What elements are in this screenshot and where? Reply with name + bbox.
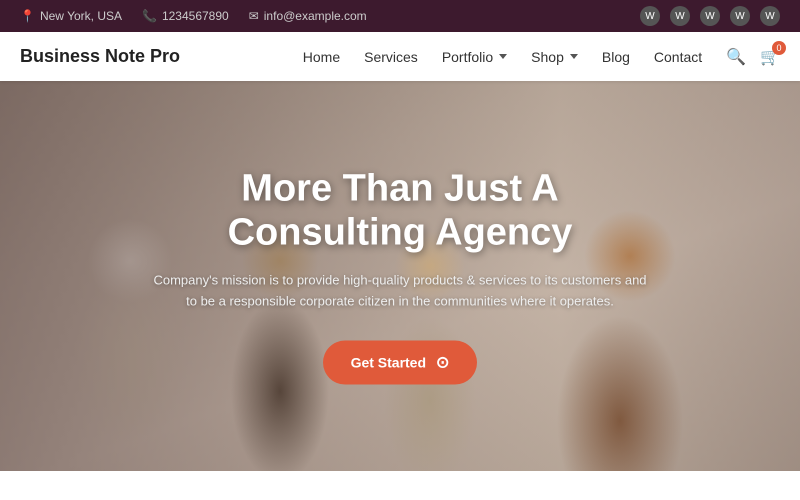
social-icon-2[interactable]: W — [670, 6, 690, 26]
email-text: info@example.com — [264, 9, 367, 23]
social-icon-1[interactable]: W — [640, 6, 660, 26]
shop-chevron-icon — [570, 54, 578, 59]
phone-text: 1234567890 — [162, 9, 229, 23]
top-bar: 📍 New York, USA 📞 1234567890 ✉ info@exam… — [0, 0, 800, 32]
cart-badge: 0 — [772, 41, 786, 55]
nav-icons: 🔍 🛒 0 — [726, 47, 780, 67]
hero-section: More Than Just A Consulting Agency Compa… — [0, 81, 800, 471]
get-started-button[interactable]: Get Started ⊙ — [323, 340, 478, 384]
location-item: 📍 New York, USA — [20, 9, 122, 23]
social-icon-3[interactable]: W — [700, 6, 720, 26]
search-icon[interactable]: 🔍 — [726, 47, 746, 67]
cta-label: Get Started — [351, 354, 426, 370]
header: Business Note Pro Home Services Portfoli… — [0, 32, 800, 81]
phone-icon: 📞 — [142, 9, 157, 23]
nav-portfolio[interactable]: Portfolio — [442, 49, 507, 65]
phone-item: 📞 1234567890 — [142, 9, 229, 23]
hero-content: More Than Just A Consulting Agency Compa… — [150, 168, 650, 385]
hero-title: More Than Just A Consulting Agency — [150, 168, 650, 255]
main-nav: Home Services Portfolio Shop Blog Contac… — [303, 47, 780, 67]
location-text: New York, USA — [40, 9, 122, 23]
social-icon-5[interactable]: W — [760, 6, 780, 26]
email-item: ✉ info@example.com — [249, 9, 367, 23]
nav-services[interactable]: Services — [364, 49, 418, 65]
portfolio-chevron-icon — [499, 54, 507, 59]
top-bar-right: W W W W W — [640, 6, 780, 26]
cart-wrapper[interactable]: 🛒 0 — [760, 47, 780, 67]
location-icon: 📍 — [20, 9, 35, 23]
nav-contact[interactable]: Contact — [654, 49, 702, 65]
nav-home[interactable]: Home — [303, 49, 340, 65]
social-icon-4[interactable]: W — [730, 6, 750, 26]
site-logo: Business Note Pro — [20, 46, 180, 67]
hero-subtitle: Company's mission is to provide high-qua… — [150, 271, 650, 313]
cta-arrow-icon: ⊙ — [436, 352, 449, 372]
top-bar-left: 📍 New York, USA 📞 1234567890 ✉ info@exam… — [20, 9, 367, 23]
nav-shop[interactable]: Shop — [531, 49, 578, 65]
nav-blog[interactable]: Blog — [602, 49, 630, 65]
email-icon: ✉ — [249, 9, 259, 23]
